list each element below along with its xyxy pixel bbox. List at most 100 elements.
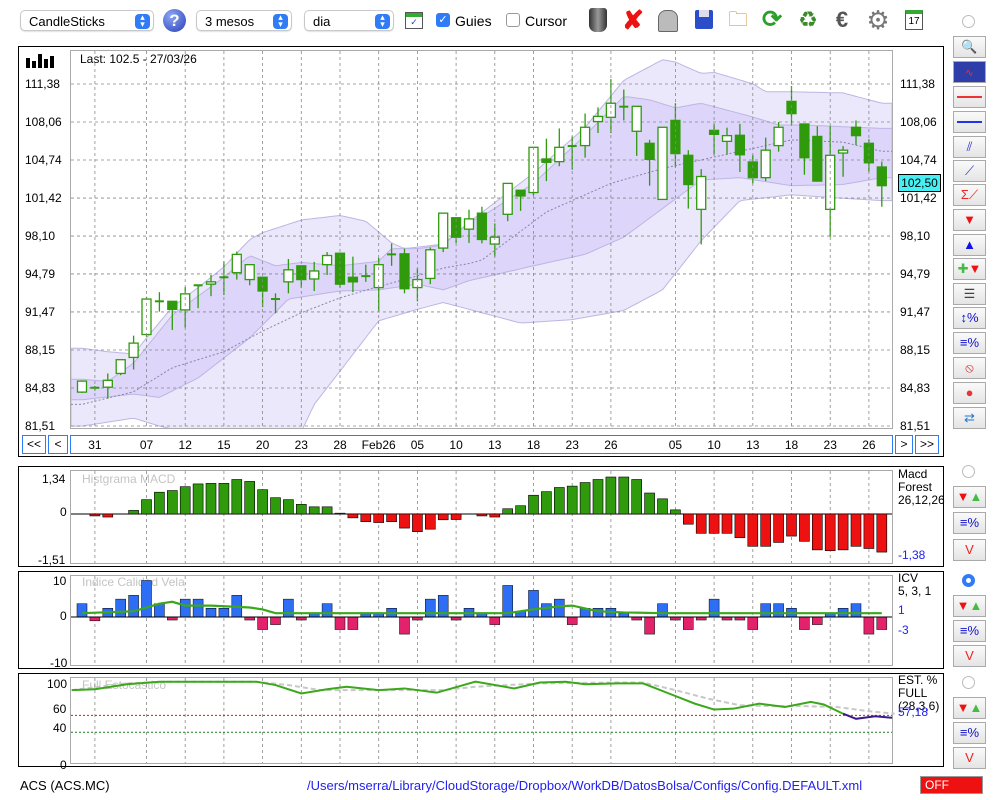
stoch-arrows-button[interactable]: ▼▲ — [953, 697, 986, 719]
sum-trendline-button[interactable]: Σ⟋ — [953, 184, 986, 206]
help-button[interactable]: ? — [163, 9, 186, 32]
channel-button[interactable]: ⫽ — [953, 136, 986, 158]
macd-tick: 0 — [60, 505, 67, 519]
sync-button[interactable]: ⇄ — [953, 407, 986, 429]
stoch-percent-button[interactable]: ≡% — [953, 722, 986, 744]
folder-icon[interactable]: 🗀 — [725, 6, 751, 34]
range-percent-icon: ↕% — [960, 310, 979, 325]
cursor-checkbox[interactable] — [506, 13, 520, 27]
stoch-value: 57,18 — [898, 705, 929, 719]
plus-arrow-icon: ✚▼ — [957, 261, 982, 276]
lamp-icon[interactable] — [655, 6, 681, 34]
select-arrows-icon: ▴ ▾ — [273, 13, 288, 29]
macd-title: Histgrama MACD — [82, 472, 176, 486]
add-remove-arrows-button[interactable]: ✚▼ — [953, 258, 986, 280]
macd-arrows-button[interactable]: ▼▲ — [953, 486, 986, 508]
levels-button[interactable]: ☰ — [953, 283, 986, 305]
stop-button[interactable]: ⦸ — [953, 357, 986, 379]
select-arrows-icon: ▴ ▾ — [375, 13, 390, 29]
macd-params: 26,12,26 — [898, 493, 945, 507]
macd-percent-button[interactable]: ≡% — [953, 512, 986, 534]
icv-signal-value: 1 — [898, 603, 905, 617]
trendline-icon: ⟋ — [964, 163, 975, 178]
icv-tick: -10 — [50, 656, 68, 670]
stoch-tick: 60 — [53, 702, 67, 716]
red-line-button[interactable] — [953, 86, 986, 108]
gear-icon[interactable]: ⚙ — [865, 6, 891, 34]
mini-chart-icon: ∿ — [965, 68, 974, 79]
macd-plot-area[interactable] — [70, 470, 893, 564]
arrow-down-button[interactable]: ▼ — [953, 209, 986, 231]
nav-first-button[interactable]: << — [22, 435, 46, 454]
zoom-button[interactable]: 🔍 — [953, 36, 986, 58]
dashed-lines-icon: ☰ — [963, 286, 976, 301]
trash-icon[interactable] — [585, 6, 611, 34]
interval-select[interactable]: dia ▴ ▾ — [304, 10, 394, 31]
nav-last-button[interactable]: >> — [915, 435, 939, 454]
arrow-up-button[interactable]: ▲ — [953, 234, 986, 256]
lines-percent-icon: ≡% — [959, 725, 980, 740]
icv-percent-button[interactable]: ≡% — [953, 620, 986, 642]
period-value: 3 mesos — [205, 14, 255, 29]
delete-icon[interactable]: ✘ — [620, 6, 646, 34]
sigma-trendline-icon: Σ⟋ — [960, 187, 979, 202]
lines-percent-button[interactable]: ≡% — [953, 332, 986, 354]
icv-v-button[interactable]: V — [953, 645, 986, 667]
magnifier-icon: 🔍 — [961, 39, 978, 54]
stoch-v-button[interactable]: V — [953, 747, 986, 769]
channel-icon: ⫽ — [966, 139, 973, 154]
calendar-icon[interactable]: 17 — [901, 6, 927, 34]
refresh-icon[interactable]: ⟳ — [759, 6, 785, 34]
config-path-link[interactable]: /Users/mserra/Library/CloudStorage/Dropb… — [307, 778, 862, 793]
date-axis-scrollbar[interactable] — [70, 435, 893, 454]
arrows-icon: ▼▲ — [956, 489, 983, 504]
stoch-plot-area[interactable] — [70, 677, 893, 764]
macd-v-button[interactable]: V — [953, 539, 986, 561]
chart-type-value: CandleSticks — [29, 14, 105, 29]
macd-tick: 1,34 — [42, 472, 66, 486]
arrow-up-icon: ▲ — [963, 237, 976, 252]
last-price-label: Last: 102.5 - 27/03/26 — [80, 52, 197, 66]
nav-next-button[interactable]: > — [895, 435, 913, 454]
stoch-tick: 0 — [60, 758, 67, 772]
save-icon[interactable] — [691, 6, 717, 34]
stoch-panel-radio[interactable] — [962, 676, 975, 689]
trendline-button[interactable]: ⟋ — [953, 160, 986, 182]
guides-checkbox[interactable]: ✓ — [436, 13, 450, 27]
icv-plot-area[interactable] — [70, 575, 893, 666]
v-curve-icon: V — [965, 542, 974, 557]
icv-value: -3 — [898, 623, 909, 637]
sync-icon: ⇄ — [964, 410, 975, 425]
icv-panel-radio[interactable] — [962, 574, 975, 587]
euro-icon[interactable]: € — [829, 6, 855, 34]
volume-bars-icon[interactable] — [26, 54, 54, 68]
recycle-icon[interactable]: ♻ — [795, 6, 821, 34]
period-select[interactable]: 3 mesos ▴ ▾ — [196, 10, 292, 31]
icv-tick: 0 — [60, 609, 67, 623]
range-percent-button[interactable]: ↕% — [953, 307, 986, 329]
macd-tick: -1,51 — [38, 553, 66, 567]
lines-percent-icon: ≡% — [959, 335, 980, 350]
record-button[interactable]: ● — [953, 382, 986, 404]
v-curve-icon: V — [965, 750, 974, 765]
main-panel-radio[interactable] — [962, 15, 975, 28]
icv-legend: ICV 5, 3, 1 — [898, 572, 931, 598]
stoch-title: Full Estocastico — [82, 678, 167, 692]
price-plot-area[interactable] — [70, 50, 893, 429]
icv-arrows-button[interactable]: ▼▲ — [953, 595, 986, 617]
live-toggle[interactable]: OFF — [920, 776, 983, 794]
chart-window-icon[interactable]: ✓ — [405, 12, 423, 29]
macd-legend: Macd Forest 26,12,26 — [898, 468, 945, 507]
macd-value: -1,38 — [898, 548, 926, 562]
ticker-label: ACS (ACS.MC) — [20, 778, 110, 793]
overview-button[interactable]: ∿ — [953, 61, 986, 83]
blue-line-button[interactable] — [953, 111, 986, 133]
nav-prev-button[interactable]: < — [48, 435, 68, 454]
macd-panel-radio[interactable] — [962, 465, 975, 478]
v-curve-icon: V — [965, 648, 974, 663]
chart-type-select[interactable]: CandleSticks ▴ ▾ — [20, 10, 154, 31]
icv-title: Indice Calidad Vela — [82, 575, 185, 589]
icv-tick: 10 — [53, 574, 67, 588]
arrows-icon: ▼▲ — [956, 700, 983, 715]
arrow-down-icon: ▼ — [963, 212, 976, 227]
